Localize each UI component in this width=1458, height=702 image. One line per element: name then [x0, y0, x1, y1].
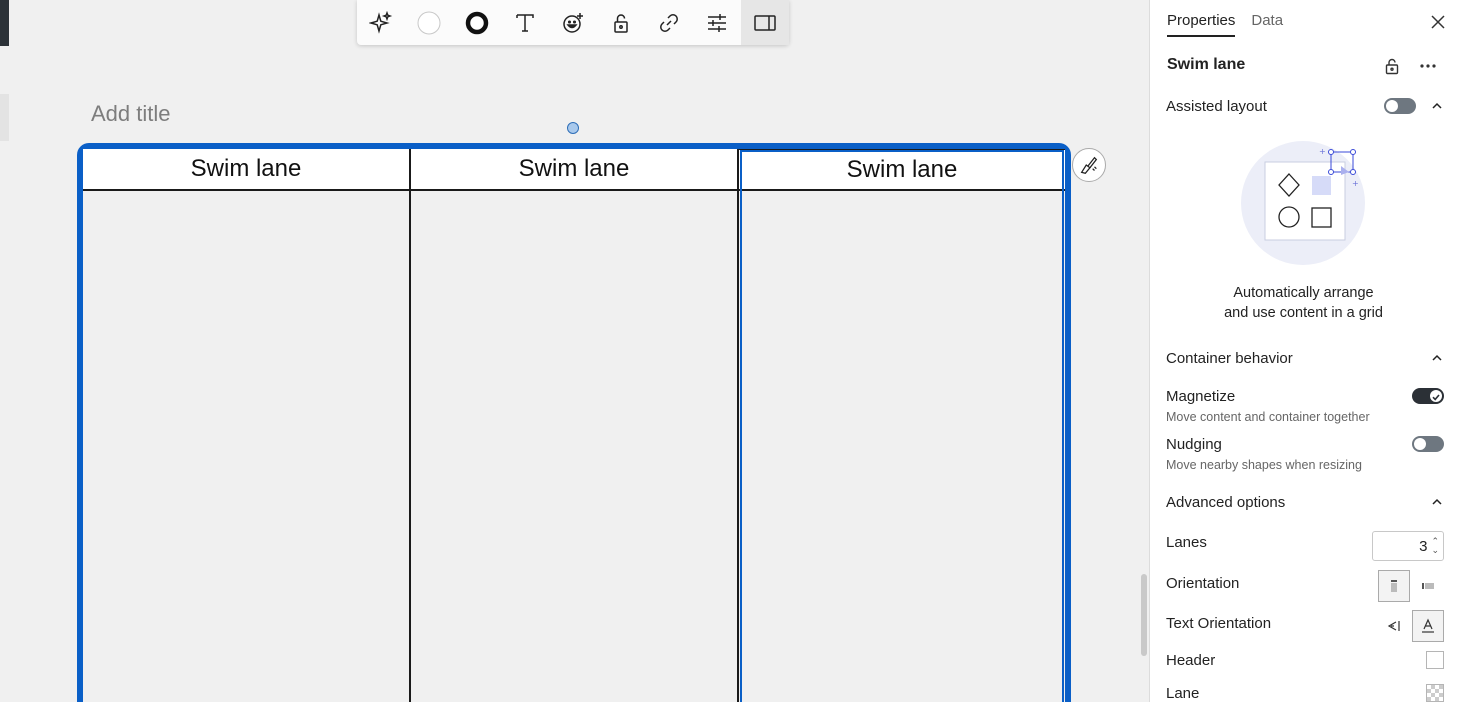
- container-behavior-label: Container behavior: [1166, 349, 1293, 367]
- advanced-options-label: Advanced options: [1166, 493, 1286, 511]
- advanced-options-header[interactable]: Advanced options: [1166, 492, 1444, 512]
- swimlane-container[interactable]: Swim lane Swim lane Swim lane: [77, 143, 1071, 702]
- magnetize-description: Move content and container together: [1166, 410, 1370, 424]
- sliders-icon: [708, 13, 726, 32]
- fill-color-icon: [417, 11, 441, 34]
- assisted-layout-label: Assisted layout: [1166, 97, 1267, 115]
- panel-toggle-button[interactable]: [741, 0, 789, 45]
- magnetize-toggle[interactable]: [1412, 388, 1444, 404]
- chevron-up-icon[interactable]: [1430, 351, 1444, 365]
- nudging-label: Nudging: [1166, 435, 1222, 453]
- horizontal-lanes-icon: [1422, 583, 1434, 589]
- panel-toggle-icon: [754, 14, 776, 31]
- format-painter-button[interactable]: [1072, 148, 1106, 182]
- container-behavior-header[interactable]: Container behavior: [1166, 348, 1444, 368]
- assisted-layout-illustration: + +: [1241, 141, 1365, 265]
- svg-text:+: +: [1352, 179, 1359, 188]
- panel-content: Assisted layout + + Automatically arrang…: [1149, 0, 1458, 702]
- left-edge-tab[interactable]: [0, 94, 9, 141]
- lane-header[interactable]: Swim lane: [83, 149, 409, 191]
- swim-lane-3[interactable]: Swim lane: [739, 149, 1065, 702]
- settings-sliders-button[interactable]: [693, 0, 741, 45]
- canvas[interactable]: Add title Swim lane Swim lane Swim lane: [0, 0, 1149, 702]
- swim-lane-2[interactable]: Swim lane: [411, 149, 739, 702]
- link-icon: [660, 13, 678, 32]
- caption-line: and use content in a grid: [1224, 305, 1383, 321]
- swim-lane-1[interactable]: Swim lane: [83, 149, 411, 702]
- border-style-icon: [465, 11, 489, 34]
- chevron-up-icon[interactable]: [1430, 495, 1444, 509]
- sparkle-icon: [369, 10, 393, 34]
- stepper-down-icon[interactable]: ⌄: [1431, 546, 1439, 555]
- lane-color-row: Lane: [1166, 683, 1444, 702]
- text-icon: [516, 13, 534, 32]
- border-style-button[interactable]: [453, 0, 501, 45]
- text-orientation-label: Text Orientation: [1166, 614, 1272, 632]
- lock-icon: [614, 13, 628, 33]
- lanes-value[interactable]: 3: [1419, 538, 1427, 555]
- link-button[interactable]: [645, 0, 693, 45]
- left-edge-panel: [0, 0, 9, 46]
- magnetize-label: Magnetize: [1166, 387, 1236, 405]
- header-color-row: Header: [1166, 650, 1444, 670]
- text-orientation-toggle-group: [1378, 610, 1444, 642]
- vertical-lanes-icon: [1391, 580, 1397, 592]
- orientation-vertical-button[interactable]: [1378, 570, 1410, 602]
- nudging-row: Nudging: [1166, 434, 1444, 454]
- orientation-label: Orientation: [1166, 574, 1240, 592]
- lanes-row: Lanes 3 ⌃ ⌄: [1166, 530, 1444, 562]
- assisted-layout-caption: Automatically arrange and use content in…: [1149, 283, 1458, 323]
- chevron-up-icon[interactable]: [1430, 99, 1444, 113]
- diagram-title-placeholder[interactable]: Add title: [91, 101, 171, 127]
- lane-header[interactable]: Swim lane: [411, 149, 737, 191]
- svg-text:+: +: [1319, 147, 1326, 156]
- assisted-layout-toggle[interactable]: [1384, 98, 1416, 114]
- emoji-add-icon: [563, 12, 583, 33]
- lock-button[interactable]: [597, 0, 645, 45]
- format-painter-icon: [1080, 156, 1098, 174]
- magnetize-row: Magnetize: [1166, 386, 1444, 406]
- caption-line: Automatically arrange: [1233, 285, 1374, 301]
- rotate-handle[interactable]: [567, 122, 579, 134]
- orientation-toggle-group: [1378, 570, 1444, 602]
- lane-color-swatch[interactable]: [1426, 684, 1444, 702]
- lanes-label: Lanes: [1166, 533, 1207, 551]
- check-icon: [1432, 394, 1440, 401]
- text-horizontal-icon: [1422, 618, 1434, 633]
- ai-sparkle-button[interactable]: [357, 0, 405, 45]
- orientation-row: Orientation: [1166, 569, 1444, 603]
- text-orientation-row: Text Orientation: [1166, 609, 1444, 643]
- nudging-description: Move nearby shapes when resizing: [1166, 458, 1362, 472]
- orientation-horizontal-button[interactable]: [1412, 570, 1444, 602]
- text-rotated-icon: [1387, 621, 1400, 631]
- text-horizontal-button[interactable]: [1412, 610, 1444, 642]
- header-color-label: Header: [1166, 651, 1216, 669]
- text-button[interactable]: [501, 0, 549, 45]
- fill-color-button[interactable]: [405, 0, 453, 45]
- text-rotated-button[interactable]: [1378, 610, 1410, 642]
- header-color-swatch[interactable]: [1426, 651, 1444, 669]
- lane-header[interactable]: Swim lane: [739, 149, 1065, 191]
- nudging-toggle[interactable]: [1412, 436, 1444, 452]
- lane-color-label: Lane: [1166, 684, 1200, 702]
- assisted-layout-row: Assisted layout: [1166, 96, 1444, 116]
- emoji-reaction-button[interactable]: [549, 0, 597, 45]
- context-toolbar: [357, 0, 789, 45]
- lanes-stepper[interactable]: 3 ⌃ ⌄: [1372, 531, 1444, 561]
- canvas-scrollbar[interactable]: [1141, 574, 1147, 656]
